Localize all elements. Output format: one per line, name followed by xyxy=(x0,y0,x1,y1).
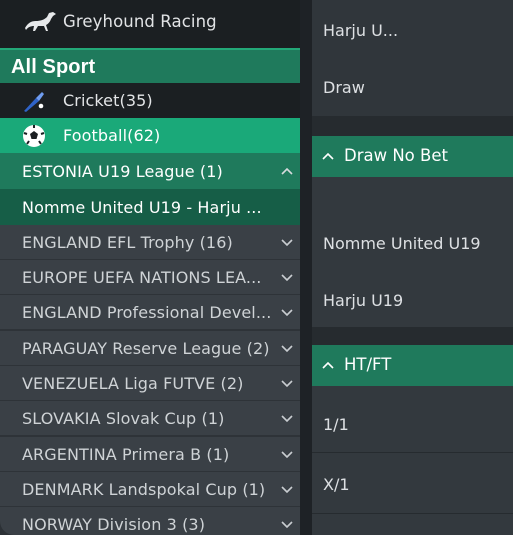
market-header-draw-no-bet[interactable]: Draw No Bet xyxy=(312,136,513,177)
football-icon xyxy=(23,125,45,147)
league-item[interactable]: ARGENTINA Primera B (1) xyxy=(0,437,300,472)
chevron-up-icon xyxy=(322,152,334,160)
all-sport-header[interactable]: All Sport xyxy=(0,48,300,83)
match-nomme-united-harju[interactable]: Nomme United U19 - Harju ... xyxy=(0,189,300,225)
greyhound-icon xyxy=(25,12,56,31)
league-label: ARGENTINA Primera B (1) xyxy=(22,445,230,464)
section-gap xyxy=(312,327,513,345)
league-label: VENEZUELA Liga FUTVE (2) xyxy=(22,374,244,393)
league-item[interactable]: PARAGUAY Reserve League (2) xyxy=(0,331,300,366)
sidebar-item-cricket[interactable]: Cricket(35) xyxy=(0,83,300,118)
section-gap xyxy=(312,116,513,136)
chevron-up-icon xyxy=(322,361,334,369)
chevron-up-icon[interactable] xyxy=(280,165,294,177)
selection-nomme-united-u19[interactable]: Nomme United U19 xyxy=(312,213,513,253)
selection-label: 1/1 xyxy=(323,415,349,434)
chevron-down-icon[interactable] xyxy=(280,378,294,390)
league-label: PARAGUAY Reserve League (2) xyxy=(22,339,270,358)
selection-1-1[interactable]: 1/1 xyxy=(312,386,513,452)
cricket-icon xyxy=(24,92,44,112)
all-sport-title: All Sport xyxy=(11,56,96,78)
league-estonia-u19[interactable]: ESTONIA U19 League (1) xyxy=(0,153,300,189)
chevron-down-icon[interactable] xyxy=(280,519,294,531)
selection-label: Nomme United U19 xyxy=(323,234,481,253)
selection-label: Harju U19 xyxy=(323,291,404,310)
sidebar-item-label: Cricket(35) xyxy=(63,91,153,110)
market-selection-harju[interactable]: Harju U... xyxy=(312,0,513,64)
sidebar-item-football[interactable]: Football(62) xyxy=(0,118,300,153)
league-label: ENGLAND Professional Devel... xyxy=(22,303,272,322)
market-title: HT/FT xyxy=(344,355,392,374)
league-label: SLOVAKIA Slovak Cup (1) xyxy=(22,409,225,428)
market-panel: Harju U... Draw Draw No Bet Nomme United… xyxy=(312,0,513,535)
league-item[interactable]: ENGLAND Professional Devel... xyxy=(0,295,300,330)
league-item[interactable]: SLOVAKIA Slovak Cup (1) xyxy=(0,401,300,436)
sidebar-item-greyhound-racing[interactable]: Greyhound Racing xyxy=(0,0,300,48)
divider xyxy=(312,513,513,514)
league-item[interactable]: DENMARK Landspokal Cup (1) xyxy=(0,472,300,507)
chevron-down-icon[interactable] xyxy=(280,272,294,284)
sports-sidebar: Greyhound Racing All Sport Cricket(35) F… xyxy=(0,0,300,535)
chevron-down-icon[interactable] xyxy=(280,307,294,319)
selection-harju-u19[interactable]: Harju U19 xyxy=(312,271,513,311)
league-item[interactable]: ENGLAND EFL Trophy (16) xyxy=(0,225,300,260)
market-title: Draw No Bet xyxy=(344,146,448,165)
league-label: DENMARK Landspokal Cup (1) xyxy=(22,480,266,499)
league-item[interactable]: VENEZUELA Liga FUTVE (2) xyxy=(0,366,300,401)
league-item[interactable]: NORWAY Division 3 (3) xyxy=(0,507,300,535)
selection-label: Harju U... xyxy=(323,21,399,40)
league-label: ENGLAND EFL Trophy (16) xyxy=(22,233,233,252)
selection-label: X/1 xyxy=(323,475,350,494)
sidebar-scroll-gutter xyxy=(300,0,312,535)
draw-no-bet-body: Nomme United U19 Harju U19 xyxy=(312,177,513,327)
chevron-down-icon[interactable] xyxy=(280,484,294,496)
chevron-down-icon[interactable] xyxy=(280,449,294,461)
chevron-down-icon[interactable] xyxy=(280,413,294,425)
market-selection-draw[interactable]: Draw xyxy=(312,64,513,116)
sidebar-item-label: Greyhound Racing xyxy=(63,12,217,31)
selection-x-1[interactable]: X/1 xyxy=(312,453,513,513)
selection-label: Draw xyxy=(323,78,365,97)
market-header-ht-ft[interactable]: HT/FT xyxy=(312,345,513,386)
league-label: EUROPE UEFA NATIONS LEA... xyxy=(22,268,262,287)
league-item[interactable]: EUROPE UEFA NATIONS LEA... xyxy=(0,260,300,295)
league-label: NORWAY Division 3 (3) xyxy=(22,515,206,534)
league-label: ESTONIA U19 League (1) xyxy=(22,162,223,181)
chevron-down-icon[interactable] xyxy=(280,343,294,355)
sidebar-item-label: Football(62) xyxy=(63,126,161,145)
match-label: Nomme United U19 - Harju ... xyxy=(22,198,262,217)
chevron-down-icon[interactable] xyxy=(280,237,294,249)
ht-ft-body: 1/1 X/1 xyxy=(312,386,513,535)
